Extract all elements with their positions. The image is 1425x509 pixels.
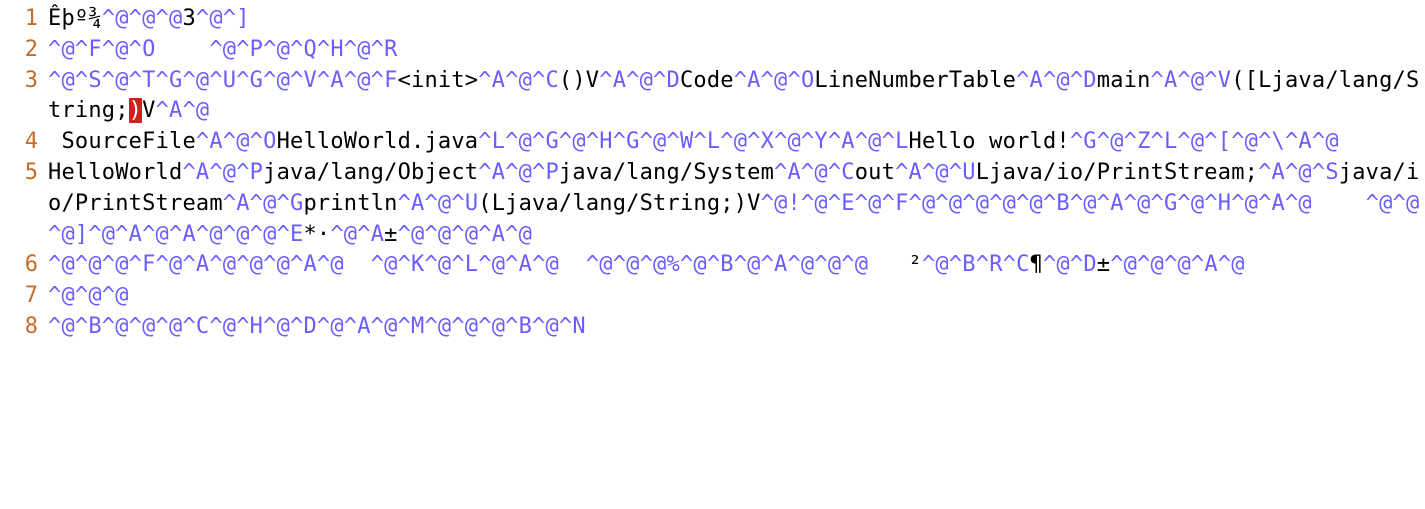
line-number-2: 2	[4, 35, 48, 66]
line-code-6[interactable]: ^@^@^@^F^@^A^@^@^@^A^@ ^@^K^@^L^@^A^@ ^@…	[48, 250, 1421, 281]
line-code-7[interactable]: ^@^@^@	[48, 281, 1421, 312]
line-number-5: 5	[4, 158, 48, 189]
line-2[interactable]: 2 ^@^F^@^O ^@^P^@^Q^H^@^R	[4, 35, 1421, 66]
line-1[interactable]: 1 Êþº¾^@^@^@3^@^]	[4, 4, 1421, 35]
line-3[interactable]: 3 ^@^S^@^T^G^@^U^G^@^V^A^@^F<init>^A^@^C…	[4, 66, 1421, 128]
line-number-6: 6	[4, 250, 48, 281]
line-code-5[interactable]: HelloWorld^A^@^Pjava/lang/Object^A^@^Pja…	[48, 158, 1421, 250]
editor: 1 Êþº¾^@^@^@3^@^] 2 ^@^F^@^O ^@^P^@^Q^H^…	[0, 0, 1425, 347]
line-5[interactable]: 5 HelloWorld^A^@^Pjava/lang/Object^A^@^P…	[4, 158, 1421, 250]
line-code-1[interactable]: Êþº¾^@^@^@3^@^]	[48, 4, 1421, 35]
line-number-1: 1	[4, 4, 48, 35]
line-number-8: 8	[4, 312, 48, 343]
line-4[interactable]: 4 SourceFile^A^@^OHelloWorld.java^L^@^G^…	[4, 127, 1421, 158]
match-highlight: )	[129, 98, 142, 123]
line-code-4[interactable]: SourceFile^A^@^OHelloWorld.java^L^@^G^@^…	[48, 127, 1421, 158]
line-7[interactable]: 7 ^@^@^@	[4, 281, 1421, 312]
line-8[interactable]: 8 ^@^B^@^@^@^C^@^H^@^D^@^A^@^M^@^@^@^B^@…	[4, 312, 1421, 343]
line-number-7: 7	[4, 281, 48, 312]
line-number-4: 4	[4, 127, 48, 158]
line-6[interactable]: 6 ^@^@^@^F^@^A^@^@^@^A^@ ^@^K^@^L^@^A^@ …	[4, 250, 1421, 281]
line-code-2[interactable]: ^@^F^@^O ^@^P^@^Q^H^@^R	[48, 35, 1421, 66]
line-code-3[interactable]: ^@^S^@^T^G^@^U^G^@^V^A^@^F<init>^A^@^C()…	[48, 66, 1421, 128]
line-number-3: 3	[4, 66, 48, 97]
line-code-8[interactable]: ^@^B^@^@^@^C^@^H^@^D^@^A^@^M^@^@^@^B^@^N	[48, 312, 1421, 343]
